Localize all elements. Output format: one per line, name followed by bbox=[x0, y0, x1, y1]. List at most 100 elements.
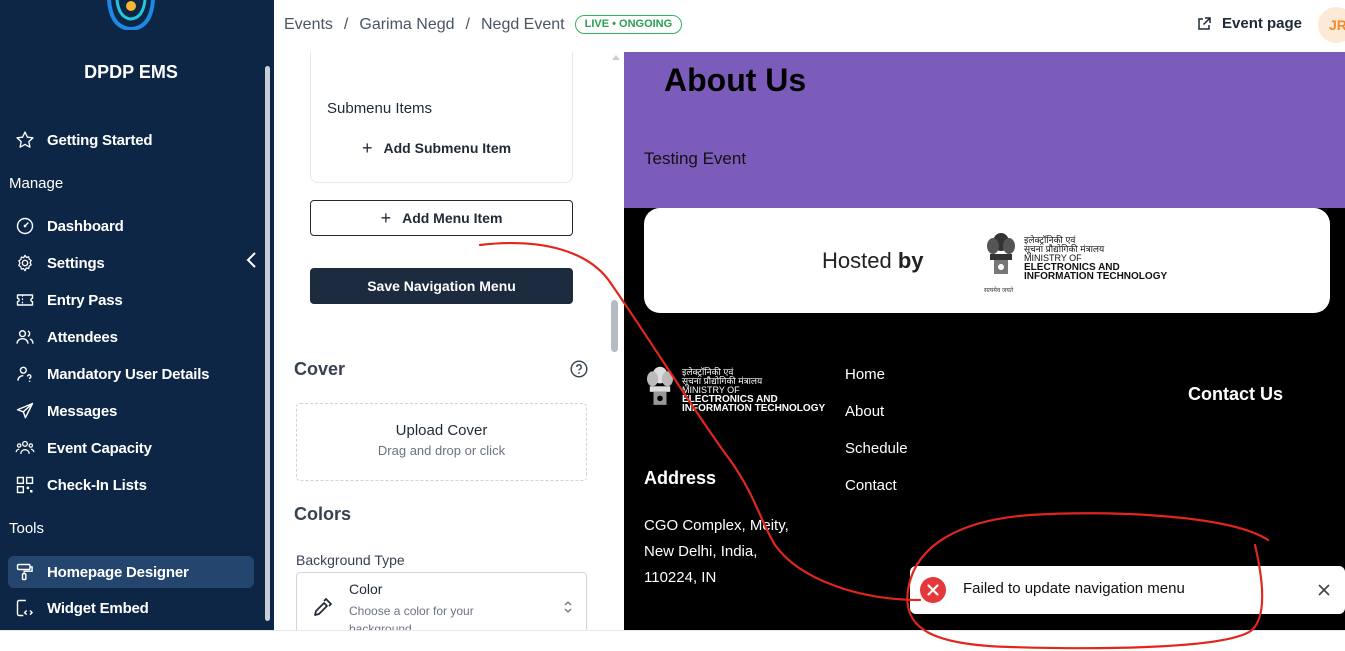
sidebar-item-label: Attendees bbox=[47, 328, 118, 346]
paint-roller-icon bbox=[14, 561, 36, 583]
ticket-icon bbox=[14, 289, 36, 311]
users-icon bbox=[14, 326, 36, 348]
user-question-icon bbox=[14, 363, 36, 385]
breadcrumb-separator: / bbox=[465, 15, 470, 33]
save-navigation-menu-button[interactable]: Save Navigation Menu bbox=[310, 268, 573, 304]
ministry-en-3: INFORMATION TECHNOLOGY bbox=[682, 402, 826, 414]
footer-nav: Home About Schedule Contact bbox=[845, 365, 908, 513]
sidebar-item-dashboard[interactable]: Dashboard bbox=[8, 210, 254, 242]
national-emblem-icon bbox=[647, 366, 673, 405]
eyedropper-icon bbox=[311, 597, 333, 619]
group-icon bbox=[14, 437, 36, 459]
emblem-motto: सत्यमेव जयते bbox=[984, 288, 1014, 294]
toast-message: Failed to update navigation menu bbox=[963, 580, 1185, 597]
chevron-up-down-icon bbox=[563, 599, 573, 615]
address-text: CGO Complex, Meity, New Delhi, India, 11… bbox=[644, 513, 789, 591]
section-manage: Manage bbox=[9, 175, 64, 192]
cover-section-title: Cover bbox=[294, 359, 346, 379]
sidebar-item-label: Event Capacity bbox=[47, 439, 152, 457]
star-icon bbox=[14, 129, 36, 151]
contact-us-title: Contact Us bbox=[1188, 384, 1284, 404]
address-line: CGO Complex, Meity, bbox=[644, 517, 789, 534]
sidebar-item-homepage-designer[interactable]: Homepage Designer bbox=[8, 556, 254, 588]
sidebar-item-label: Check-In Lists bbox=[47, 476, 147, 494]
sidebar-scrollbar[interactable] bbox=[265, 66, 270, 621]
address-line: 110224, IN bbox=[644, 569, 717, 586]
sidebar-item-widget-embed[interactable]: Widget Embed bbox=[8, 592, 254, 624]
national-emblem-icon bbox=[987, 233, 1015, 274]
sidebar-item-event-capacity[interactable]: Event Capacity bbox=[8, 432, 254, 464]
colors-section-title: Colors bbox=[294, 504, 352, 524]
footer-link-contact[interactable]: Contact bbox=[845, 476, 908, 495]
background-type-description: Choose a color for your background bbox=[349, 604, 474, 630]
footer-link-home[interactable]: Home bbox=[845, 365, 908, 384]
app-logo bbox=[105, 0, 157, 32]
sidebar-item-entry-pass[interactable]: Entry Pass bbox=[8, 284, 254, 316]
help-circle-icon[interactable] bbox=[570, 360, 588, 378]
sidebar-item-label: Messages bbox=[47, 402, 118, 420]
editor-panel: Submenu Items + Add Submenu Item + Add M… bbox=[274, 52, 624, 630]
add-submenu-item-label: Add Submenu Item bbox=[383, 140, 512, 156]
plus-icon: + bbox=[362, 138, 373, 158]
sidebar-item-label: Getting Started bbox=[47, 131, 153, 149]
breadcrumb-event[interactable]: Negd Event bbox=[481, 16, 565, 34]
homepage-preview: About Us Testing Event Hosted by इलेक्ट्… bbox=[624, 52, 1345, 630]
event-page-link[interactable]: Event page bbox=[1196, 15, 1302, 32]
sidebar-item-label: Dashboard bbox=[47, 217, 124, 235]
footer-link-about[interactable]: About bbox=[845, 402, 908, 421]
sidebar-item-check-in-lists[interactable]: Check-In Lists bbox=[8, 469, 254, 501]
section-tools: Tools bbox=[9, 520, 45, 537]
add-submenu-item-button[interactable]: + Add Submenu Item bbox=[362, 138, 512, 158]
send-icon bbox=[14, 400, 36, 422]
hosted-by-card: Hosted by इलेक्ट्रॉनिकी एवं सूचना प्रौद्… bbox=[644, 208, 1330, 313]
ministry-en-3: INFORMATION TECHNOLOGY bbox=[1024, 270, 1168, 282]
footer-link-schedule[interactable]: Schedule bbox=[845, 439, 908, 458]
upload-cover-hint: Drag and drop or click bbox=[377, 443, 506, 458]
sidebar-item-attendees[interactable]: Attendees bbox=[8, 321, 254, 353]
breadcrumb-events[interactable]: Events bbox=[284, 16, 333, 34]
avatar[interactable]: JR bbox=[1318, 7, 1345, 43]
ministry-logo: इलेक्ट्रॉनिकी एवं सूचना प्रौद्योगिकी मंत… bbox=[984, 230, 1167, 286]
about-section: About Us Testing Event bbox=[624, 52, 1345, 208]
error-x-circle-icon bbox=[920, 577, 946, 603]
background-type-label: Background Type bbox=[296, 552, 405, 568]
background-type-select[interactable]: Color Choose a color for your background bbox=[296, 572, 587, 630]
add-menu-item-button[interactable]: + Add Menu Item bbox=[310, 200, 573, 236]
sidebar-item-mandatory-user-details[interactable]: Mandatory User Details bbox=[8, 358, 254, 390]
sidebar-item-label: Entry Pass bbox=[47, 291, 123, 309]
sidebar: DPDP EMS Getting Started Manage Dashboar… bbox=[0, 0, 274, 630]
gear-icon bbox=[14, 252, 36, 274]
footer-ministry-logo: इलेक्ट्रॉनिकी एवं सूचना प्रौद्योगिकी मंत… bbox=[644, 364, 825, 416]
plus-icon: + bbox=[380, 208, 392, 228]
close-icon[interactable] bbox=[1317, 583, 1331, 597]
sidebar-item-messages[interactable]: Messages bbox=[8, 395, 254, 427]
sidebar-item-label: Widget Embed bbox=[47, 599, 149, 617]
background-type-value: Color bbox=[349, 581, 383, 597]
breadcrumb-organizer[interactable]: Garima Negd bbox=[359, 16, 454, 34]
hosted-by-bold: by bbox=[897, 248, 924, 273]
menu-item-card bbox=[310, 52, 573, 183]
sidebar-item-getting-started[interactable]: Getting Started bbox=[8, 124, 254, 156]
address-title: Address bbox=[644, 468, 717, 488]
footer-ministry-text: इलेक्ट्रॉनिकी एवं सूचना प्रौद्योगिकी मंत… bbox=[682, 367, 826, 414]
sidebar-item-label: Settings bbox=[47, 254, 105, 272]
top-bar: Events / Garima Negd / Negd Event LIVE •… bbox=[274, 0, 1345, 52]
qr-code-icon bbox=[14, 474, 36, 496]
dashboard-gauge-icon bbox=[14, 215, 36, 237]
about-text: Testing Event bbox=[644, 149, 747, 168]
editor-scroll-up-arrow[interactable] bbox=[612, 55, 620, 60]
external-link-icon bbox=[1198, 16, 1211, 30]
editor-scrollbar-thumb[interactable] bbox=[611, 300, 618, 352]
status-badge: LIVE • ONGOING bbox=[574, 15, 683, 34]
sidebar-item-label: Homepage Designer bbox=[47, 563, 189, 581]
sidebar-item-label: Mandatory User Details bbox=[47, 365, 210, 383]
sidebar-item-settings[interactable]: Settings bbox=[8, 247, 254, 279]
about-title: About Us bbox=[664, 62, 807, 98]
ministry-text: इलेक्ट्रॉनिकी एवं सूचना प्रौद्योगिकी मंत… bbox=[1024, 235, 1168, 282]
collapse-sidebar-chevron-left-icon[interactable] bbox=[244, 250, 260, 270]
error-toast: Failed to update navigation menu bbox=[910, 566, 1345, 614]
upload-cover-dropzone[interactable]: Upload Cover Drag and drop or click bbox=[296, 403, 587, 481]
upload-cover-title: Upload Cover bbox=[395, 422, 488, 439]
address-line: New Delhi, India, bbox=[644, 543, 758, 560]
add-menu-item-label: Add Menu Item bbox=[402, 210, 503, 226]
